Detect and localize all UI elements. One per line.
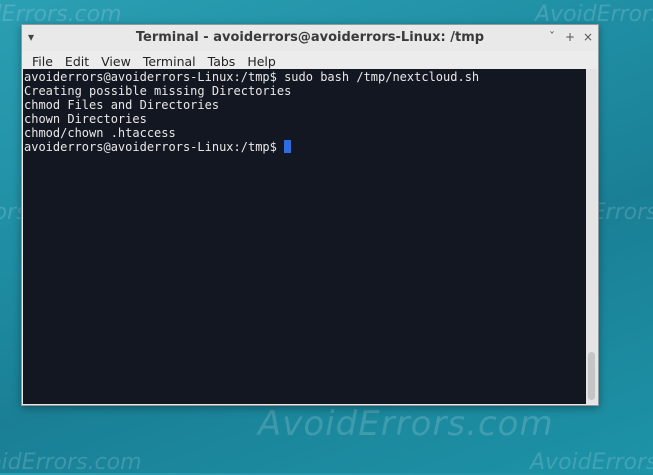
terminal-window: ▾ Terminal - avoiderrors@avoiderrors-Lin… — [21, 24, 599, 406]
watermark: AvoidErrors.com — [258, 404, 554, 444]
window-title: Terminal - avoiderrors@avoiderrors-Linux… — [135, 30, 485, 45]
terminal-line: chmod/chown .htaccess — [24, 126, 176, 140]
watermark: AvoidErrors.com — [530, 450, 653, 475]
terminal-line: chmod Files and Directories — [24, 98, 220, 112]
terminal-line: Creating possible missing Directories — [24, 84, 292, 98]
watermark: AvoidErrors.com — [0, 450, 142, 475]
text-cursor — [284, 140, 292, 153]
terminal-prompt-line: avoiderrors@avoiderrors-Linux:/tmp$ — [24, 140, 585, 154]
scrollbar[interactable] — [586, 69, 597, 404]
title-bar[interactable]: ▾ Terminal - avoiderrors@avoiderrors-Lin… — [22, 25, 598, 51]
maximize-icon[interactable]: + — [562, 29, 578, 45]
prompt-text: avoiderrors@avoiderrors-Linux:/tmp$ — [24, 140, 285, 154]
terminal-output[interactable]: avoiderrors@avoiderrors-Linux:/tmp$ sudo… — [23, 69, 586, 404]
close-icon[interactable]: × — [580, 29, 596, 45]
terminal-line: avoiderrors@avoiderrors-Linux:/tmp$ sudo… — [24, 70, 480, 84]
minimize-icon[interactable]: ˇ — [544, 29, 560, 45]
scrollbar-thumb[interactable] — [588, 352, 595, 400]
terminal-line: chown Directories — [24, 112, 147, 126]
